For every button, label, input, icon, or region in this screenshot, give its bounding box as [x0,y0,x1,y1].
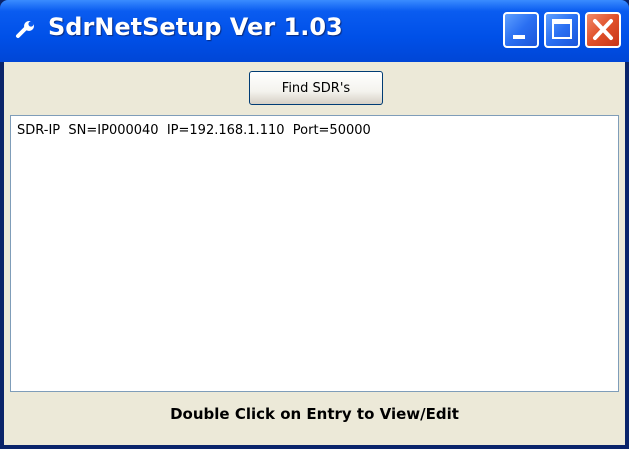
minimize-button[interactable] [503,12,539,48]
client-area: Find SDR's SDR-IP SN=IP000040 IP=192.168… [4,62,625,445]
maximize-button[interactable] [544,12,580,48]
close-icon [587,19,619,50]
app-window: SdrNetSetup Ver 1.03 Find SDR's SDR-IP S… [0,0,629,449]
status-hint: Double Click on Entry to View/Edit [170,405,459,423]
find-sdrs-button[interactable]: Find SDR's [249,71,383,105]
close-button[interactable] [585,12,621,48]
window-title: SdrNetSetup Ver 1.03 [48,13,343,41]
minimize-icon [505,31,537,50]
wrench-icon [14,18,38,42]
sdr-list[interactable]: SDR-IP SN=IP000040 IP=192.168.1.110 Port… [10,115,619,392]
title-bar[interactable]: SdrNetSetup Ver 1.03 [0,0,629,62]
maximize-icon [546,19,578,50]
list-item[interactable]: SDR-IP SN=IP000040 IP=192.168.1.110 Port… [17,123,371,138]
